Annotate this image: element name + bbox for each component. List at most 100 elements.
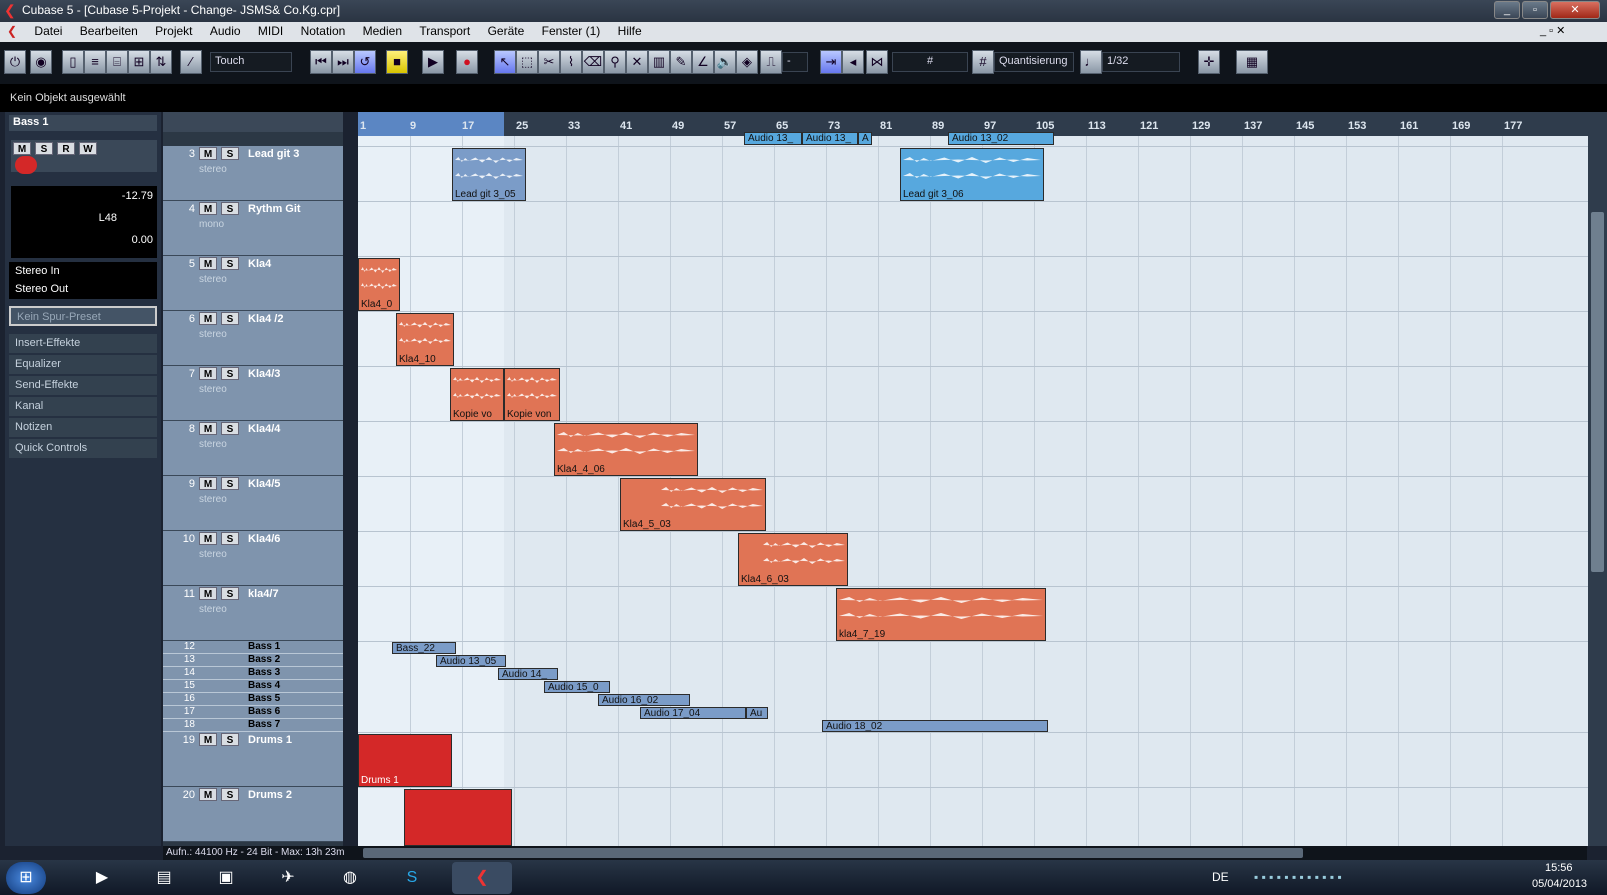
track-name[interactable]: Drums 2: [248, 789, 292, 801]
mute-button[interactable]: M: [199, 477, 217, 490]
split-tool-icon[interactable]: ✂: [538, 50, 560, 74]
menu-midi[interactable]: MIDI: [251, 22, 290, 38]
object-select-tool-icon[interactable]: ↖: [494, 50, 516, 74]
record-enable-icon[interactable]: [15, 156, 37, 174]
solo-button[interactable]: S: [221, 788, 239, 801]
track-name[interactable]: Bass 5: [248, 693, 280, 704]
minimize-button[interactable]: _: [1494, 1, 1520, 19]
inspector-track-name[interactable]: Bass 1: [9, 115, 157, 131]
track-name[interactable]: Kla4/6: [248, 533, 280, 545]
track-preset-select[interactable]: Kein Spur-Preset: [9, 306, 157, 326]
solo-button[interactable]: S: [221, 532, 239, 545]
cycle-icon[interactable]: ↺: [354, 50, 376, 74]
track-name[interactable]: Kla4 /2: [248, 313, 283, 325]
track-row[interactable]: 16 Bass 5: [163, 693, 343, 706]
grid-type-select[interactable]: #: [892, 52, 968, 72]
inspector-insert-effects[interactable]: Insert-Effekte: [9, 334, 157, 353]
inspector-send-effects[interactable]: Send-Effekte: [9, 376, 157, 395]
document-icon[interactable]: ▤: [142, 862, 186, 894]
show-overview-icon[interactable]: ⌸: [106, 50, 128, 74]
track-row[interactable]: 15 Bass 4: [163, 680, 343, 693]
mute-button[interactable]: M: [199, 202, 217, 215]
firefox-icon[interactable]: ◍: [328, 862, 372, 894]
track-row[interactable]: 20 M S Drums 2: [163, 787, 343, 842]
color-palette-icon[interactable]: ▦: [1236, 50, 1268, 74]
track-name[interactable]: Kla4/4: [248, 423, 280, 435]
mute-button[interactable]: M: [199, 147, 217, 160]
track-name[interactable]: Drums 1: [248, 734, 292, 746]
show-pool-icon[interactable]: ⊞: [128, 50, 150, 74]
audio-event[interactable]: Audio 13_05: [436, 655, 506, 667]
mute-button[interactable]: M: [199, 367, 217, 380]
track-name[interactable]: Bass 2: [248, 654, 280, 665]
nudge-select[interactable]: -: [782, 52, 808, 72]
show-inspector-icon[interactable]: ▯: [62, 50, 84, 74]
track-row[interactable]: 5 M S Kla4 stereo: [163, 256, 343, 311]
track-row[interactable]: 13 Bass 2: [163, 654, 343, 667]
goto-start-icon[interactable]: ⏮: [310, 50, 332, 74]
inspector-equalizer[interactable]: Equalizer: [9, 355, 157, 374]
automation-mode-select[interactable]: Touch: [210, 52, 292, 72]
crosshair-icon[interactable]: ✛: [1198, 50, 1220, 74]
timewarp-tool-icon[interactable]: ▥: [648, 50, 670, 74]
mute-button[interactable]: M: [199, 733, 217, 746]
write-button[interactable]: W: [79, 142, 97, 155]
track-row[interactable]: 8 M S Kla4/4 stereo: [163, 421, 343, 476]
menu-notation[interactable]: Notation: [294, 22, 353, 38]
cycle-region[interactable]: [358, 112, 504, 136]
read-button[interactable]: R: [57, 142, 75, 155]
app-menu-icon[interactable]: ❮: [0, 22, 24, 38]
audio-event[interactable]: Audio 18_02: [822, 720, 1048, 732]
language-indicator[interactable]: DE: [1212, 870, 1229, 884]
track-row[interactable]: 7 M S Kla4/3 stereo: [163, 366, 343, 421]
menu-fenster[interactable]: Fenster (1): [535, 22, 608, 38]
track-row[interactable]: 10 M S Kla4/6 stereo: [163, 531, 343, 586]
menu-datei[interactable]: Datei: [27, 22, 69, 38]
solo-button[interactable]: S: [221, 367, 239, 380]
audio-event[interactable]: Audio 13_: [802, 132, 858, 145]
mute-button[interactable]: M: [13, 142, 31, 155]
scroll-thumb[interactable]: [1591, 212, 1604, 572]
mute-tool-icon[interactable]: ✕: [626, 50, 648, 74]
mute-button[interactable]: M: [199, 257, 217, 270]
nudge-icon[interactable]: ⎍: [760, 50, 782, 74]
quantize-type-select[interactable]: Quantisierung: [994, 52, 1074, 72]
track-name[interactable]: Rythm Git: [248, 203, 301, 215]
menu-audio[interactable]: Audio: [203, 22, 248, 38]
start-button-icon[interactable]: ⊞: [6, 862, 46, 894]
menu-medien[interactable]: Medien: [356, 22, 409, 38]
track-name[interactable]: Bass 4: [248, 680, 280, 691]
delay-value[interactable]: 0.00: [132, 234, 153, 246]
audio-event[interactable]: Audio 17_04: [640, 707, 746, 719]
record-icon[interactable]: ●: [456, 50, 478, 74]
track-name[interactable]: Kla4: [248, 258, 271, 270]
track-name[interactable]: Kla4/3: [248, 368, 280, 380]
output-routing[interactable]: Stereo Out: [9, 280, 157, 299]
goto-end-icon[interactable]: ⏭: [332, 50, 354, 74]
volume-value[interactable]: -12.79: [122, 190, 153, 202]
draw-tool-icon[interactable]: ✎: [670, 50, 692, 74]
inspector-kanal[interactable]: Kanal: [9, 397, 157, 416]
show-mixer-icon[interactable]: ⇅: [150, 50, 172, 74]
tray-icons[interactable]: ▪ ▪ ▪ ▪ ▪ ▪ ▪ ▪ ▪ ▪ ▪ ▪: [1254, 870, 1342, 884]
solo-button[interactable]: S: [221, 422, 239, 435]
audio-event[interactable]: Kla4_5_03: [620, 478, 766, 531]
mute-button[interactable]: M: [199, 788, 217, 801]
audio-event[interactable]: Audio 16_02: [598, 694, 690, 706]
cubase-taskbar-icon[interactable]: ❮: [452, 862, 512, 894]
audio-event[interactable]: Au: [746, 707, 768, 719]
audio-event[interactable]: A: [858, 132, 872, 145]
line-tool-icon[interactable]: ∠: [692, 50, 714, 74]
track-name[interactable]: kla4/7: [248, 588, 279, 600]
audio-event[interactable]: Kla4_0: [358, 258, 400, 311]
solo-button[interactable]: S: [221, 147, 239, 160]
audio-event[interactable]: Kopie von: [504, 368, 560, 421]
quantize-value-select[interactable]: 1/32: [1102, 52, 1180, 72]
grid-icon[interactable]: #: [972, 50, 994, 74]
track-name[interactable]: Lead git 3: [248, 148, 299, 160]
track-name[interactable]: Kla4/5: [248, 478, 280, 490]
audio-event[interactable]: Kla4_6_03: [738, 533, 848, 586]
solo-button[interactable]: S: [221, 477, 239, 490]
track-row[interactable]: 14 Bass 3: [163, 667, 343, 680]
audio-event[interactable]: Kla4_10: [396, 313, 454, 366]
